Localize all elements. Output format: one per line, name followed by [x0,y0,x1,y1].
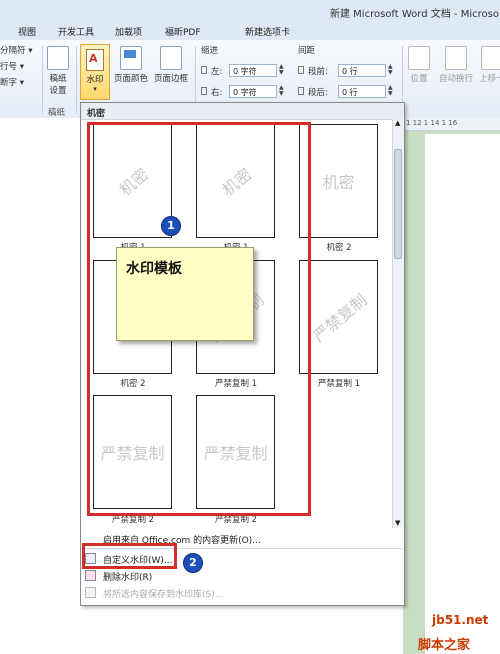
left-margin-area [0,118,80,654]
page-border-icon [160,46,182,70]
draft-settings-button[interactable]: 稿纸 设置 [44,44,72,96]
ruler-ticks: 1 12 1 14 1 16 [406,119,458,127]
site-watermark-url: jb51.net [432,613,489,627]
spacing-before-label: 段前: [308,67,328,77]
bring-forward-button[interactable]: 上移一 [478,44,500,90]
spinner-arrows-icon[interactable]: ▲ ▼ [388,85,396,98]
step-badge-2: 2 [183,553,203,573]
tab-developer[interactable]: 开发工具 [58,25,94,38]
gallery-scrollbar[interactable]: ▲ ▼ [392,119,404,528]
watermark-button[interactable]: A 水印 ▾ [80,44,110,100]
tab-view[interactable]: 视图 [18,25,36,38]
draft-paper-icon [47,46,69,70]
wrap-text-label: 自动换行 [438,74,473,84]
spacing-after-label: 段后: [308,88,328,98]
page-border-label: 页面边框 [153,74,188,84]
thumbnail-watermark-text: 机密 [322,173,355,192]
spinner-arrows-icon[interactable]: ▲ ▼ [388,64,396,77]
scroll-down-icon[interactable]: ▼ [395,519,400,527]
save-to-gallery-menu-item[interactable]: 将所选内容保存到水印库(S)... [81,585,391,601]
gallery-section-header: 机密 [81,103,404,120]
custom-watermark-highlight-box [82,543,177,569]
spacing-before-value: 0 行 [342,67,358,76]
save-to-gallery-label: 将所选内容保存到水印库(S)... [103,590,224,600]
spacing-after-icon [298,87,304,95]
document-page[interactable] [425,134,500,654]
save-to-gallery-icon [85,587,96,598]
ribbon-tab-strip: 视图 开发工具 加载项 福昕PDF 新建选项卡 [0,22,500,41]
spacing-group-label: 间距 [298,46,316,56]
wrap-text-icon [445,46,467,70]
page-color-button[interactable]: 页面颜色 [113,44,149,90]
tab-addins[interactable]: 加载项 [115,25,142,38]
breaks-button[interactable]: 分隔符 ▾ [0,44,32,56]
horizontal-ruler[interactable]: 1 12 1 14 1 16 [403,118,500,131]
bring-forward-label: 上移一 [479,74,500,84]
spacing-before-input[interactable]: 0 行 [338,64,386,77]
spinner-arrows-icon[interactable]: ▲ ▼ [279,64,287,77]
gallery-section-title: 机密 [87,109,106,119]
bring-forward-icon [481,46,500,70]
indent-left-label: 左: [211,67,223,77]
annotation-note: 水印模板 [116,247,254,341]
thumbnail-watermark-text: 严禁复制 [308,290,371,347]
indent-group-label: 缩进 [201,46,219,56]
spacing-after-value: 0 行 [342,88,358,97]
spacing-after-input[interactable]: 0 行 [338,85,386,98]
page-border-button[interactable]: 页面边框 [151,44,191,90]
indent-right-label: 右: [211,88,223,98]
page-color-icon [120,46,142,70]
remove-watermark-label: 删除水印(R) [103,573,153,583]
position-icon [408,46,430,70]
chevron-down-icon: ▾ [93,85,97,93]
spacing-before-icon [298,66,304,74]
hyphenation-button[interactable]: 断字 ▾ [0,76,24,88]
ribbon-separator [42,46,43,114]
line-numbers-button[interactable]: 行号 ▾ [0,60,24,72]
position-label: 位置 [410,74,428,84]
indent-left-input[interactable]: 0 字符 [229,64,277,77]
indent-right-value: 0 字符 [233,88,257,97]
draft-settings-label: 稿纸 设置 [49,74,67,96]
window-title: 新建 Microsoft Word 文档 - Microso [330,9,499,20]
scroll-up-icon[interactable]: ▲ [395,119,400,127]
step-badge-1: 1 [161,216,181,236]
indent-right-input[interactable]: 0 字符 [229,85,277,98]
tab-foxit-pdf[interactable]: 福昕PDF [165,25,201,38]
site-watermark-name: 脚本之家 [418,638,471,653]
ribbon-separator [76,46,77,114]
indent-left-icon [201,66,207,74]
indent-right-icon [201,87,207,95]
remove-watermark-menu-item[interactable]: 删除水印(R) [81,568,391,584]
spinner-arrows-icon[interactable]: ▲ ▼ [279,85,287,98]
title-bar: 新建 Microsoft Word 文档 - Microso [0,0,500,22]
page-color-label: 页面颜色 [113,74,148,84]
tab-new-tab[interactable]: 新建选项卡 [245,25,290,38]
wrap-text-button[interactable]: 自动换行 [436,44,476,90]
annotation-note-text: 水印模板 [126,261,182,277]
remove-watermark-icon [85,570,96,581]
indent-left-value: 0 字符 [233,67,257,76]
draft-group-label: 稿纸 [48,108,66,118]
position-button[interactable]: 位置 [406,44,432,90]
watermark-label: 水印 [86,75,104,85]
scrollbar-thumb[interactable] [394,149,402,259]
watermark-icon: A [86,49,104,71]
